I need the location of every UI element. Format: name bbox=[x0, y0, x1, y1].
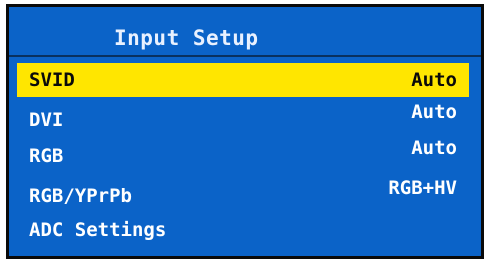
menu-item-value: RGB+HV bbox=[388, 177, 457, 199]
menu-item-rgb[interactable]: RGB Auto bbox=[17, 135, 469, 169]
menu-item-rgb-yprpb[interactable]: RGB/YPrPb RGB+HV bbox=[17, 171, 469, 207]
menu-item-svid[interactable]: SVID Auto bbox=[17, 63, 469, 97]
menu-title: Input Setup bbox=[114, 26, 259, 50]
menu-item-label: RGB bbox=[29, 145, 64, 167]
menu-item-value: Auto bbox=[411, 101, 457, 123]
menu-item-dvi[interactable]: DVI Auto bbox=[17, 99, 469, 133]
menu-item-adc-settings[interactable]: ADC Settings bbox=[17, 213, 469, 247]
menu-item-label: ADC Settings bbox=[29, 219, 167, 241]
osd-menu-panel: Input Setup SVID Auto DVI Auto RGB Auto … bbox=[6, 4, 484, 259]
title-divider bbox=[9, 55, 481, 57]
menu-item-value: Auto bbox=[411, 69, 457, 91]
menu-item-label: RGB/YPrPb bbox=[29, 185, 132, 207]
menu-item-value: Auto bbox=[411, 137, 457, 159]
menu-item-label: SVID bbox=[29, 69, 75, 91]
menu-item-label: DVI bbox=[29, 109, 64, 131]
